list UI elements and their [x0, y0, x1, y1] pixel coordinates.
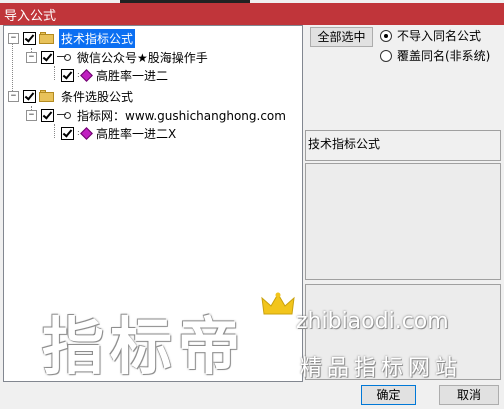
checkbox-indicator-site[interactable]: [41, 108, 54, 122]
folder-icon: [39, 32, 55, 44]
watermark-subtitle: 精品指标网站: [300, 356, 463, 381]
collapse-icon[interactable]: −: [8, 90, 19, 102]
tree-node-wechat-account[interactable]: − 微信公众号★股海操作手: [26, 48, 210, 66]
window-title: 导入公式: [4, 9, 57, 24]
folder-icon: [39, 90, 55, 102]
info-panel-title: 技术指标公式: [308, 137, 381, 151]
tree-node-formula-leaf-2[interactable]: : 高胜率一进二X: [61, 124, 178, 142]
watermark-url: zhibiaodi.com: [296, 309, 449, 334]
tree-node-formula-leaf-1[interactable]: : 高胜率一进二: [61, 66, 170, 84]
tree-label-indicator-site[interactable]: 指标网：www.gushichanghong.com: [75, 106, 288, 125]
info-panel-body: [305, 163, 501, 280]
tree-connector: [54, 124, 55, 138]
title-bar: 导入公式: [0, 0, 504, 25]
checkbox-stock-selection[interactable]: [23, 89, 36, 103]
formula-gem-icon: :: [77, 69, 93, 82]
tree-node-indicator-site[interactable]: − 指标网：www.gushichanghong.com: [26, 106, 288, 124]
info-panel-header: 技术指标公式: [305, 130, 501, 161]
watermark-logo-text: 指标帝: [42, 310, 247, 383]
radio-overwrite[interactable]: 覆盖同名(非系统): [380, 47, 490, 64]
tree-connector: [54, 66, 55, 80]
tree-label-formula-leaf-1[interactable]: 高胜率一进二: [94, 66, 170, 85]
radio-no-import-label: 不导入同名公式: [397, 29, 482, 43]
collapse-icon[interactable]: −: [26, 109, 37, 121]
checkbox-formula-leaf-1[interactable]: [61, 68, 74, 82]
tree-label-stock-selection[interactable]: 条件选股公式: [59, 87, 135, 106]
crown-icon: [261, 292, 295, 315]
ok-button[interactable]: 确定: [361, 385, 416, 405]
formula-gem-icon: :: [77, 127, 93, 140]
checkbox-technical-indicators[interactable]: [23, 31, 36, 45]
key-icon: [57, 110, 71, 120]
cancel-button[interactable]: 取消: [439, 385, 499, 405]
tree-label-technical-indicators[interactable]: 技术指标公式: [59, 28, 136, 48]
collapse-icon[interactable]: −: [26, 51, 37, 63]
radio-overwrite-label: 覆盖同名(非系统): [397, 49, 491, 63]
radio-no-import[interactable]: 不导入同名公式: [380, 27, 481, 44]
collapse-icon[interactable]: −: [8, 32, 19, 44]
tree-node-technical-indicators[interactable]: − 技术指标公式: [8, 28, 136, 48]
tree-node-stock-selection[interactable]: − 条件选股公式: [8, 87, 135, 105]
title-bar-top-strip: [0, 0, 504, 3]
title-bar-top-dark-strip: [120, 0, 250, 3]
radio-selected-icon[interactable]: [380, 29, 392, 42]
radio-unselected-icon[interactable]: [380, 49, 392, 62]
tree-label-wechat-account[interactable]: 微信公众号★股海操作手: [75, 48, 210, 67]
checkbox-wechat-account[interactable]: [41, 50, 54, 64]
select-all-button[interactable]: 全部选中: [310, 27, 373, 47]
key-icon: [57, 52, 71, 62]
tree-label-formula-leaf-2[interactable]: 高胜率一进二X: [94, 124, 178, 143]
checkbox-formula-leaf-2[interactable]: [61, 126, 74, 140]
